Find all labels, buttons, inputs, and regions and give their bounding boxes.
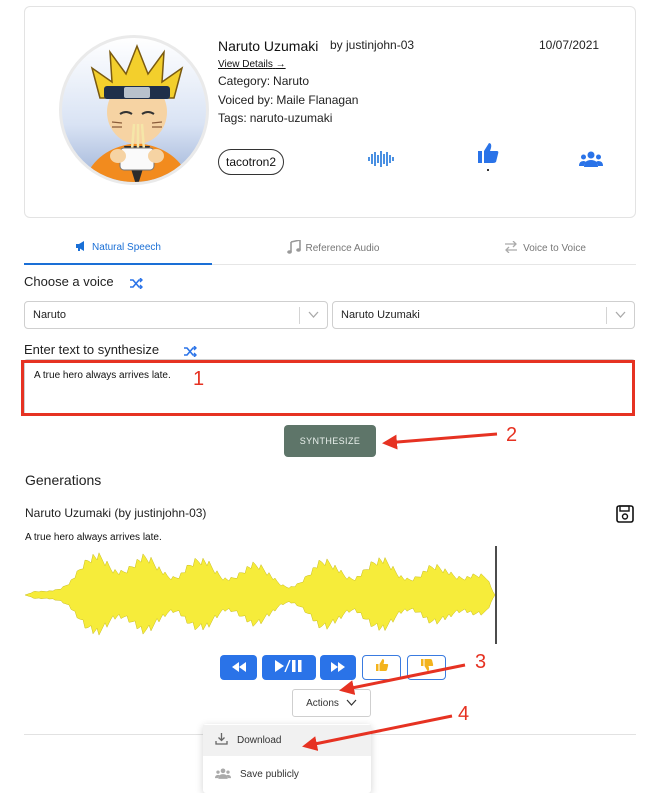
rewind-icon [231,659,246,677]
shuffle-voice-icon[interactable] [130,276,143,294]
audio-waveform[interactable] [25,546,500,644]
chevron-down-icon [308,310,319,322]
synthesize-text-label: Enter text to synthesize [24,342,160,357]
users-icon [215,768,231,782]
synthesize-text-input[interactable]: A true hero always arrives late. [24,359,635,415]
menu-item-download[interactable]: Download [203,725,371,756]
play-pause-button[interactable] [262,655,316,680]
like-button[interactable] [362,655,401,680]
voice-avatar [59,35,209,185]
music-note-icon [286,239,301,257]
choose-voice-label: Choose a voice [24,274,114,289]
thumbs-up-icon [375,658,389,677]
voice-select[interactable]: Naruto Uzumaki [332,301,635,329]
thumbs-up-icon[interactable] [476,141,500,176]
tab-voice-to-voice[interactable]: Voice to Voice [454,232,636,265]
chevron-down-icon [615,310,626,322]
voice-voiced-by: Voiced by: Maile Flanagan [218,93,359,107]
voice-tags: Tags: naruto-uzumaki [218,111,333,125]
generation-name: Naruto Uzumaki (by justinjohn-03) [25,506,207,520]
mode-tabs: Natural Speech Reference Audio Voice to … [24,232,636,265]
annotation-number: 4 [458,703,470,725]
megaphone-icon [75,241,87,254]
view-details-link[interactable]: View Details → [218,59,286,70]
users-icon[interactable] [579,151,603,172]
arrow-right-icon: → [275,59,286,70]
dislike-button[interactable] [407,655,446,680]
voice-category: Category: Naruto [218,74,310,88]
play-pause-icon [275,659,303,677]
voice-date: 10/07/2021 [539,38,600,52]
audio-wave-icon[interactable] [367,149,395,174]
chevron-down-icon [346,698,357,709]
rewind-button[interactable] [220,655,257,680]
fast-forward-button[interactable] [320,655,356,680]
voice-name: Naruto Uzumaki [218,38,319,54]
tab-natural-speech[interactable]: Natural Speech [24,232,212,265]
annotation-number: 3 [475,651,487,673]
swap-arrows-icon [504,240,518,256]
annotation-number: 1 [193,368,205,390]
tab-reference-audio[interactable]: Reference Audio [228,232,438,265]
save-icon[interactable] [615,504,635,529]
voice-card: Naruto Uzumaki by justinjohn-03 10/07/20… [24,6,636,218]
actions-menu: Download Save publicly [203,724,371,793]
model-badge: tacotron2 [218,149,285,175]
actions-dropdown-button[interactable]: Actions [292,689,371,717]
annotation-number: 2 [506,424,518,446]
download-icon [215,733,228,748]
thumbs-down-icon [420,658,434,677]
synthesize-button[interactable]: SYNTHESIZE [284,425,376,457]
generation-text: A true hero always arrives late. [25,532,162,543]
generations-title: Generations [25,472,102,488]
voice-author: by justinjohn-03 [330,38,415,52]
menu-item-save-publicly[interactable]: Save publicly [203,759,371,790]
category-select[interactable]: Naruto [24,301,328,329]
fast-forward-icon [331,659,345,677]
